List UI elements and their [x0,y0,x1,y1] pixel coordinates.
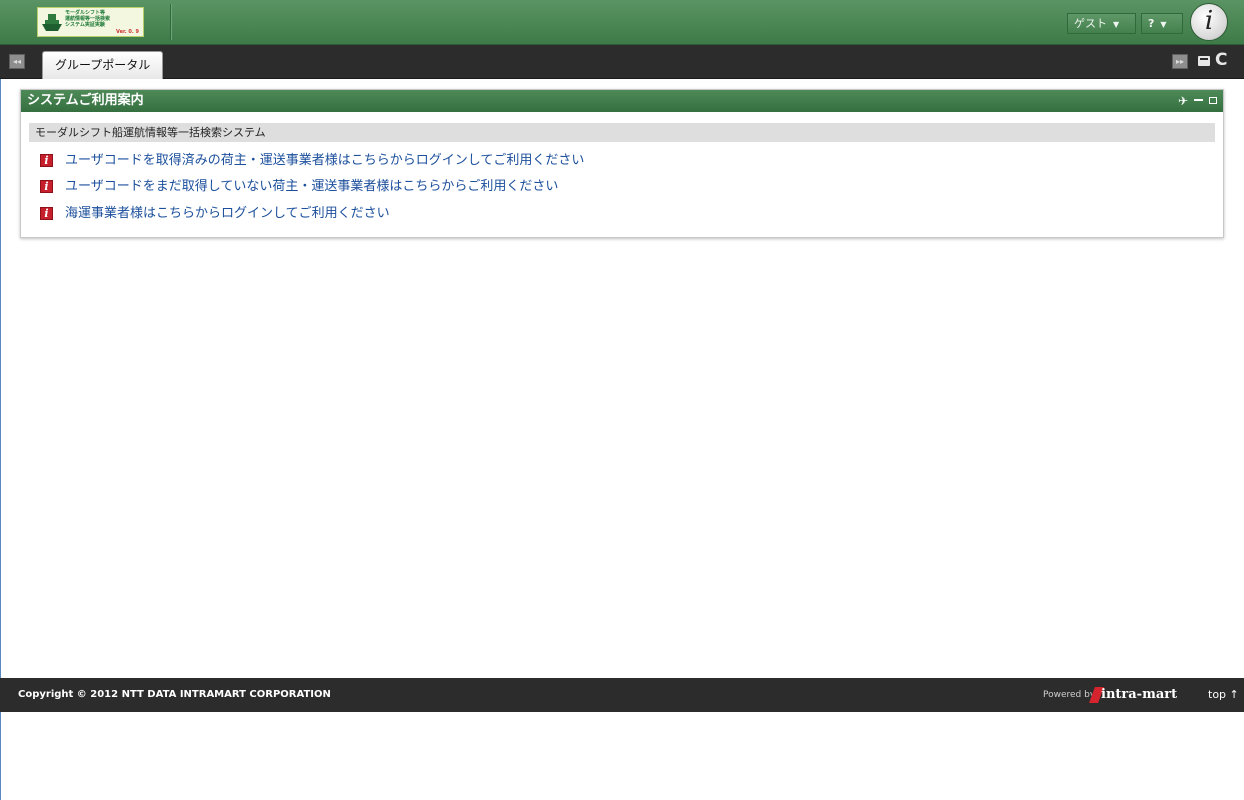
tab-bar: ◂◂ グループポータル ▸▸ C [0,45,1244,79]
logo-line-3: システム実証実験 [65,22,105,28]
tab-scroll-left-icon[interactable]: ◂◂ [9,54,25,69]
chevron-down-icon: ▼ [1160,20,1167,29]
help-label: ? [1148,17,1155,30]
maximize-icon[interactable] [1209,97,1217,104]
tab-scroll-right-icon[interactable]: ▸▸ [1172,54,1188,69]
info-icon: i [40,154,53,167]
app-logo[interactable]: モーダルシフト等 運航情報等一括検索 システム実証実験 Ver. 0. 9 [37,7,144,37]
minimize-icon[interactable] [1194,99,1203,101]
header-divider [170,4,172,40]
tab-group-portal[interactable]: グループポータル [42,51,164,79]
page-footer: Copyright © 2012 NTT DATA INTRAMART CORP… [0,678,1244,712]
logo-text: モーダルシフト等 運航情報等一括検索 システム実証実験 [65,10,141,28]
login-carrier-link[interactable]: 海運事業者様はこちらからログインしてご利用ください [65,205,390,222]
ship-icon [42,14,62,31]
guest-shipper-link[interactable]: ユーザコードをまだ取得していない荷主・運送事業者様はこちらからご利用ください [65,178,558,195]
intramart-logo-icon[interactable]: i [1190,3,1228,41]
back-to-top-link[interactable]: top ↑ [1208,678,1239,712]
pin-icon[interactable]: ✈ [1178,90,1188,112]
layout-icon[interactable] [1198,56,1210,66]
powered-by-text: Powered by [1043,690,1096,700]
app-header: モーダルシフト等 運航情報等一括検索 システム実証実験 Ver. 0. 9 ゲス… [0,0,1244,45]
portlet-title: システムご利用案内 [27,93,144,108]
info-icon: i [40,207,53,220]
section-title: モーダルシフト船運航情報等一括検索システム [29,123,1215,142]
logo-version: Ver. 0. 9 [116,29,139,35]
user-menu-label: ゲスト [1074,17,1107,30]
user-menu-button[interactable]: ゲスト ▼ [1067,13,1136,34]
portlet-system-guide: システムご利用案内 ✈ モーダルシフト船運航情報等一括検索システム i ユーザコ… [20,89,1224,238]
copyright-text: Copyright © 2012 NTT DATA INTRAMART CORP… [18,689,331,700]
tab-tools: C [1198,50,1234,70]
help-menu-button[interactable]: ? ▼ [1141,13,1183,34]
portlet-header: システムご利用案内 ✈ [21,90,1223,112]
tab-label: グループポータル [55,58,151,72]
brand-logo: intra-mart [1101,687,1178,702]
login-shipper-link[interactable]: ユーザコードを取得済みの荷主・運送事業者様はこちらからログインしてご利用ください [65,152,584,169]
info-icon: i [40,180,53,193]
refresh-icon[interactable]: C [1215,50,1227,70]
chevron-down-icon: ▼ [1113,20,1120,29]
